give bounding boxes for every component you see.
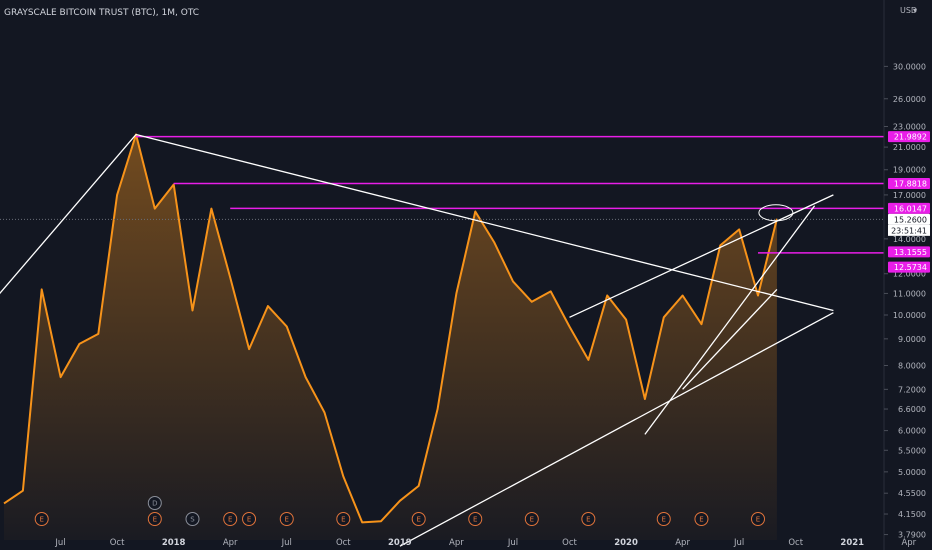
x-tick-label: Jul <box>281 538 292 548</box>
level-price-label: 16.0147 <box>894 204 927 213</box>
x-tick-label: 2019 <box>388 538 412 548</box>
y-tick-label: 14.0000 <box>893 235 926 244</box>
y-tick-label: 17.0000 <box>893 191 926 200</box>
event-marker-label: E <box>153 516 157 524</box>
event-marker[interactable]: E <box>751 512 765 526</box>
event-marker-label: E <box>586 516 590 524</box>
y-tick-label: 11.0000 <box>893 289 926 298</box>
x-tick-label: 2018 <box>162 538 186 548</box>
y-tick-label: 6.6000 <box>898 405 926 414</box>
event-marker[interactable]: E <box>656 512 671 526</box>
x-tick-label: Oct <box>562 538 577 548</box>
level-price-label: 12.5734 <box>894 263 927 272</box>
y-tick-label: 6.0000 <box>898 427 926 436</box>
event-marker-label: E <box>699 516 703 524</box>
x-tick-label: Jul <box>507 538 518 548</box>
y-tick-label: 4.5500 <box>898 489 926 498</box>
x-tick-label: Oct <box>110 538 125 548</box>
x-tick-label: Oct <box>336 538 351 548</box>
y-tick-label: 5.0000 <box>898 468 926 477</box>
y-tick-label: 26.0000 <box>893 95 926 104</box>
x-tick-label: Apr <box>675 538 690 548</box>
event-marker[interactable]: E <box>279 512 294 526</box>
x-tick-label: Apr <box>223 538 238 548</box>
event-marker[interactable]: E <box>411 512 426 526</box>
y-tick-label: 30.0000 <box>893 62 926 71</box>
event-marker-label: E <box>756 516 760 524</box>
countdown-label: 23:51:41 <box>891 226 927 235</box>
event-marker-label: E <box>39 516 43 524</box>
event-marker-label: D <box>152 500 157 508</box>
event-marker-label: E <box>662 516 666 524</box>
x-tick-label: 2021 <box>840 538 864 548</box>
event-marker-label: E <box>228 516 232 524</box>
event-marker[interactable]: E <box>694 512 709 526</box>
x-tick-label: Oct <box>788 538 803 548</box>
x-tick-label: 2020 <box>614 538 638 548</box>
y-tick-label: 8.0000 <box>898 361 926 370</box>
y-tick-label: 21.0000 <box>893 143 926 152</box>
y-tick-label: 7.2000 <box>898 385 926 394</box>
event-marker-label: E <box>341 516 345 524</box>
event-marker[interactable]: E <box>336 512 351 526</box>
x-tick-label: Jul <box>733 538 744 548</box>
event-marker[interactable]: E <box>223 512 238 526</box>
event-marker[interactable]: D <box>147 496 162 510</box>
x-tick-label: Apr <box>449 538 464 548</box>
event-marker-label: E <box>416 516 420 524</box>
event-marker[interactable]: E <box>34 512 49 526</box>
level-price-label: 21.9892 <box>894 133 927 142</box>
event-marker-label: E <box>285 516 289 524</box>
chart-title: GRAYSCALE BITCOIN TRUST (BTC), 1M, OTC <box>4 8 199 18</box>
event-marker[interactable]: E <box>242 512 257 526</box>
y-tick-label: 19.0000 <box>893 166 926 175</box>
event-marker[interactable]: E <box>524 512 539 526</box>
event-marker-label: E <box>247 516 251 524</box>
y-tick-label: 4.1500 <box>898 510 926 519</box>
event-marker[interactable]: E <box>147 512 162 526</box>
currency-dropdown-icon[interactable]: ▾ <box>913 6 917 15</box>
x-tick-label: Apr <box>901 538 916 548</box>
level-price-label: 17.8818 <box>894 179 927 188</box>
y-tick-label: 23.0000 <box>893 123 926 132</box>
x-tick-label: Jul <box>54 538 65 548</box>
event-marker[interactable]: E <box>468 512 483 526</box>
level-price-label: 13.1555 <box>894 248 927 257</box>
event-marker[interactable]: S <box>185 512 200 526</box>
chart-area[interactable]: EDESEEEEEEEEEEE 30.0000 26.0000 23.0000 21.… <box>0 0 932 550</box>
y-tick-label: 5.5000 <box>898 446 926 455</box>
price-chart[interactable]: EDE S E E E E E E E E E E E 30.000026.000023.000021.… <box>0 0 932 550</box>
price-axis[interactable]: 30.0000 26.0000 23.0000 21.0000 19.0000 17.00… <box>883 0 932 550</box>
y-tick-label: 9.0000 <box>898 335 926 344</box>
current-price-label: 15.2600 <box>894 215 927 224</box>
y-tick-label: 10.0000 <box>893 311 926 320</box>
event-marker-label: S <box>190 516 195 524</box>
event-marker[interactable]: E <box>581 512 596 526</box>
event-marker-label: E <box>530 516 534 524</box>
event-marker-label: E <box>473 516 477 524</box>
